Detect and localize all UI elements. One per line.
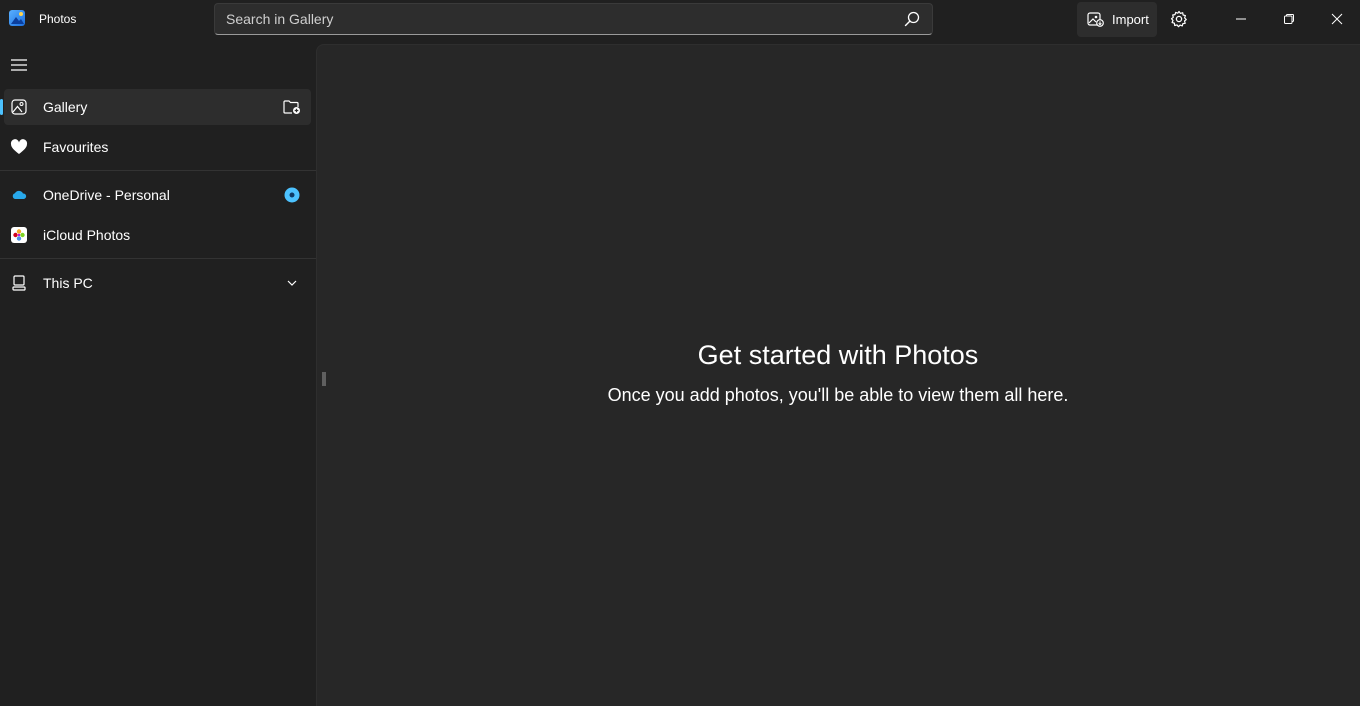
gallery-icon: [10, 98, 28, 116]
close-icon: [1331, 13, 1343, 25]
chevron-down-icon: [287, 280, 297, 286]
menu-toggle-button[interactable]: [8, 54, 30, 76]
sidebar-divider: [0, 258, 316, 259]
selection-indicator: [0, 99, 3, 115]
hamburger-icon: [11, 59, 27, 71]
import-icon: [1087, 12, 1104, 27]
sidebar-item-label: Gallery: [43, 99, 88, 115]
search-box[interactable]: [214, 3, 933, 35]
onedrive-status-badge[interactable]: [283, 186, 301, 204]
gear-icon: [1170, 10, 1187, 28]
sidebar-item-label: iCloud Photos: [43, 227, 131, 243]
add-folder-icon: [283, 100, 300, 114]
close-button[interactable]: [1314, 0, 1360, 38]
sidebar-item-icloud-photos[interactable]: iCloud Photos: [4, 217, 311, 253]
search-icon[interactable]: [904, 11, 920, 27]
photos-app-logo-icon: [9, 10, 25, 26]
import-button[interactable]: Import: [1077, 2, 1157, 37]
onedrive-cloud-icon: [10, 186, 28, 204]
sidebar-item-onedrive[interactable]: OneDrive - Personal: [4, 177, 311, 213]
sidebar-item-favourites[interactable]: Favourites: [4, 129, 311, 165]
import-label: Import: [1112, 12, 1149, 27]
expand-button[interactable]: [283, 274, 301, 292]
minimize-icon: [1236, 18, 1246, 20]
pc-icon: [10, 274, 28, 292]
title-bar: Photos Import: [0, 0, 1360, 40]
main-content: [316, 44, 1360, 706]
pane-resize-grip[interactable]: [322, 372, 326, 386]
sidebar-item-this-pc[interactable]: This PC: [4, 265, 311, 301]
sidebar: Gallery Favourites OneDrive - Personal i…: [0, 40, 316, 706]
empty-state-subtitle: Once you add photos, you'll be able to v…: [607, 385, 1069, 405]
empty-state-title: Get started with Photos: [697, 340, 979, 370]
sidebar-item-gallery[interactable]: Gallery: [0, 89, 311, 125]
settings-button[interactable]: [1166, 6, 1192, 32]
restore-button[interactable]: [1266, 0, 1312, 38]
search-input[interactable]: [215, 4, 895, 34]
restore-icon: [1284, 14, 1294, 24]
sidebar-divider: [0, 170, 316, 171]
sidebar-item-label: This PC: [43, 275, 93, 291]
app-title: Photos: [39, 12, 77, 26]
icloud-photos-icon: [10, 226, 28, 244]
add-folder-button[interactable]: [283, 98, 301, 116]
heart-icon: [10, 138, 28, 156]
sidebar-item-label: OneDrive - Personal: [43, 187, 170, 203]
minimize-button[interactable]: [1218, 0, 1264, 38]
sidebar-item-label: Favourites: [43, 139, 109, 155]
